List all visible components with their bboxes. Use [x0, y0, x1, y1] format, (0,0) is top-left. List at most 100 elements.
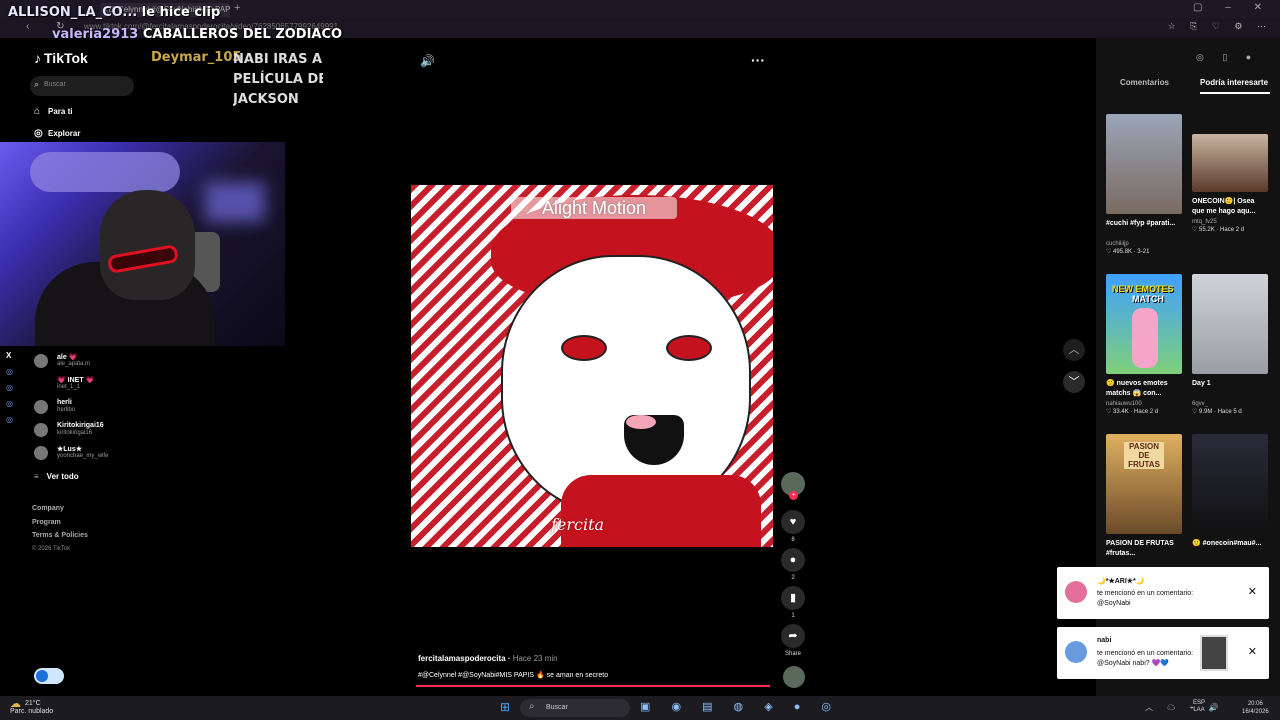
video-author[interactable]: fercitalamaspoderocita · Hace 23 min — [418, 654, 558, 663]
alight-motion-watermark: Alight Motion — [511, 197, 677, 219]
share-button[interactable]: ➦ — [781, 624, 805, 648]
tongue — [626, 415, 656, 429]
following-list: ale 💗 ale_apata.m 💗 INET 💗 inet_1_1 herli h… — [34, 352, 144, 467]
card-user: 6qvv_ — [1192, 401, 1209, 407]
language-indicator[interactable]: ESP LAA — [1193, 700, 1205, 714]
overlay-nabi-line2: PELÍCULA DE I — [233, 72, 323, 87]
following-account[interactable]: Kiritokirigai16 kiritokirigai16 — [34, 421, 144, 444]
notification-text: te mencionó en un comentario: @SoyNabi n… — [1097, 650, 1194, 667]
weather-widget[interactable]: ☁ 21°C Parc. nublado — [10, 698, 53, 716]
account-handle: yoonchae_my_wife — [57, 453, 109, 459]
system-clock[interactable]: 20:06 16/4/2026 — [1242, 700, 1269, 716]
sound-avatar[interactable] — [783, 666, 805, 688]
ver-todo-link[interactable]: ≡ Ver todo — [34, 472, 79, 481]
compass-icon: ◎ — [34, 128, 43, 139]
following-account[interactable]: ★Lus★ yoonchae_my_wife — [34, 444, 144, 467]
tab-podria-interesarte[interactable]: Podría interesarte — [1200, 78, 1268, 87]
nav-para-ti[interactable]: ⌂ Para ti — [34, 106, 72, 117]
system-tray[interactable]: ︿ ☁ ⌁ 🔊 — [1145, 702, 1224, 713]
nav-label: Para ti — [48, 107, 73, 116]
card-stats: ♡ 33.4K · Hace 2 d — [1106, 409, 1159, 415]
video-thumbnail — [1106, 114, 1182, 214]
account-handle: kiritokirigai16 — [57, 430, 93, 436]
creator-avatar[interactable]: + — [781, 472, 805, 500]
avatar — [34, 446, 48, 460]
card-title: ONECOIN🙂| Osea que me hago aqu... — [1192, 198, 1256, 215]
streamer-head — [100, 190, 195, 300]
card-title: PASION DE FRUTAS #frutas... — [1106, 540, 1174, 557]
ver-todo-label: Ver todo — [46, 472, 79, 481]
account-name: herli — [57, 399, 72, 406]
close-icon[interactable]: ✕ — [1248, 585, 1257, 598]
comment-button[interactable]: ● — [781, 548, 805, 572]
like-count: 8 — [791, 537, 795, 543]
account-name: 💗 INET 💗 — [57, 377, 95, 384]
nav-explorar[interactable]: ◎ Explorar — [34, 128, 80, 139]
avatar — [34, 423, 48, 437]
suggested-video-card[interactable]: 🙂 #onecoin#mau#... — [1192, 434, 1268, 559]
overlay-nabi-line1: NABI IRAS A V — [233, 52, 323, 67]
theme-toggle[interactable] — [34, 668, 64, 684]
extensions-icon[interactable]: ☆ ⎘ ♡ ⚙ ⋯ — [1168, 21, 1272, 32]
following-account[interactable]: ale 💗 ale_apata.m — [34, 352, 144, 375]
taskbar-search-label: Buscar — [546, 704, 568, 711]
video-thumbnail — [1192, 274, 1268, 374]
next-video-button[interactable]: ﹀ — [1063, 371, 1085, 393]
sidebar-icon-2[interactable]: ◎ — [6, 380, 13, 396]
more-options-icon[interactable]: ··· — [751, 52, 765, 68]
suggested-video-card[interactable]: #cuchi #fyp #parati... cuchiiiijp ♡ 495.… — [1106, 114, 1182, 255]
follow-plus-icon[interactable]: + — [789, 491, 798, 500]
tab-comentarios[interactable]: Comentarios — [1120, 78, 1169, 87]
list-icon: ≡ — [34, 472, 39, 481]
sidebar-icon-1[interactable]: ◎ — [6, 364, 13, 380]
save-button[interactable]: ▮ — [781, 586, 805, 610]
volume-icon[interactable]: 🔊 — [420, 54, 435, 68]
close-icon[interactable]: ✕ — [1248, 645, 1257, 658]
active-tab-indicator — [1200, 92, 1270, 94]
video-progress-bar[interactable] — [416, 685, 770, 687]
footer-program[interactable]: Program — [32, 516, 88, 530]
tiktok-logo[interactable]: ♪ TikTok — [34, 50, 88, 66]
window-controls[interactable]: ▢ – ✕ — [1193, 2, 1272, 13]
card-title: 🙂 #onecoin#mau#... — [1192, 540, 1262, 547]
footer-terms[interactable]: Terms & Policies — [32, 529, 88, 543]
share-label: Share — [784, 651, 801, 657]
x-icon[interactable]: X — [6, 348, 13, 364]
suggested-video-card[interactable]: NEW EMOTES MATCH 🙂 nuevos emotes matchs 😱… — [1106, 274, 1182, 415]
footer-company[interactable]: Company — [32, 502, 88, 516]
account-name: Kiritokirigai16 — [57, 422, 104, 429]
account-name: ale 💗 — [57, 354, 78, 361]
red-shirt — [561, 475, 761, 547]
sidebar-icon-3[interactable]: ◎ — [6, 396, 13, 412]
windows-taskbar: ☁ 21°C Parc. nublado ⊞ ⌕ Buscar ▣ ◉ ▤ ◍ … — [0, 696, 1280, 720]
comment-icon: ● — [789, 554, 797, 566]
weather-icon: ☁ — [10, 698, 21, 710]
notification-toast[interactable]: nabi te mencionó en un comentario: @SoyN… — [1057, 627, 1269, 679]
card-user: cuchiiiijp — [1106, 241, 1129, 247]
following-account[interactable]: 💗 INET 💗 inet_1_1 — [34, 375, 144, 398]
panel-top-icons[interactable]: ◎ ▯ ● — [1196, 52, 1259, 63]
action-bar: + ♥ 8 ● 2 ▮ 1 ➦ Share — [781, 472, 805, 662]
search-placeholder: Buscar — [44, 81, 66, 88]
notification-avatar — [1065, 641, 1087, 663]
rgb-light — [205, 182, 265, 222]
suggested-video-card[interactable]: ONECOIN🙂| Osea que me hago aqu... mtq_fv… — [1192, 134, 1268, 233]
like-button[interactable]: ♥ — [781, 510, 805, 534]
suggested-video-card[interactable]: Day 1 6qvv_ ♡ 9.9M · Hace 5 d — [1192, 274, 1268, 415]
previous-video-button[interactable]: ︿ — [1063, 339, 1085, 361]
sidebar-icon-4[interactable]: ◎ — [6, 412, 13, 428]
search-input[interactable]: ⌕ Buscar — [30, 76, 134, 96]
taskbar-search[interactable]: ⌕ Buscar — [520, 699, 630, 717]
pinned-apps[interactable]: ▣ ◉ ▤ ◍ ◈ ● ◎ — [640, 700, 840, 713]
home-icon: ⌂ — [34, 106, 41, 117]
new-tab-button[interactable]: + — [234, 2, 240, 14]
toggle-knob — [36, 670, 48, 682]
gaming-chair — [30, 152, 180, 192]
windows-start-icon[interactable]: ⊞ — [500, 700, 510, 714]
video-player[interactable]: Alight Motion fercita — [411, 185, 773, 547]
following-account[interactable]: herli herlibo — [34, 398, 144, 421]
suggested-video-card[interactable]: PASION DE FRUTAS PASION DE FRUTAS #fruta… — [1106, 434, 1182, 559]
notification-toast[interactable]: 🌙*★ARI★*🌙 te mencionó en un comentario: … — [1057, 567, 1269, 619]
lang-2: LAA — [1193, 707, 1205, 713]
share-icon: ➦ — [788, 630, 798, 642]
